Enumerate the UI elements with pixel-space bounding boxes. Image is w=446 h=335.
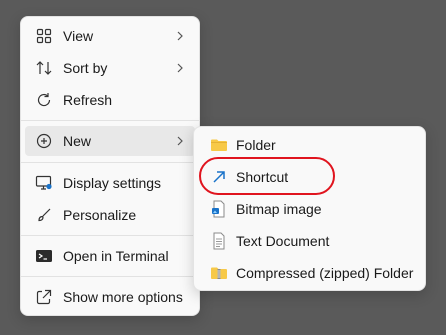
menu-separator xyxy=(21,162,199,163)
display-icon xyxy=(35,175,53,191)
menu-separator xyxy=(21,276,199,277)
plus-circle-icon xyxy=(35,133,53,149)
chevron-right-icon xyxy=(175,61,185,75)
submenu-item-shortcut[interactable]: Shortcut xyxy=(198,162,421,192)
menu-item-personalize[interactable]: Personalize xyxy=(25,200,195,230)
text-file-icon xyxy=(210,232,228,250)
submenu-item-compressed-folder[interactable]: Compressed (zipped) Folder xyxy=(198,258,421,288)
sort-icon xyxy=(35,60,53,76)
refresh-icon xyxy=(35,92,53,108)
desktop-context-menu: View Sort by Refresh New Display setting… xyxy=(20,16,200,316)
folder-icon xyxy=(210,137,228,153)
menu-item-label: Open in Terminal xyxy=(63,248,169,264)
terminal-icon xyxy=(35,248,53,264)
shortcut-arrow-icon xyxy=(210,169,228,185)
menu-item-label: Show more options xyxy=(63,289,183,305)
submenu-item-bitmap-image[interactable]: Bitmap image xyxy=(198,194,421,224)
zip-folder-icon xyxy=(210,265,228,281)
menu-separator xyxy=(21,235,199,236)
menu-item-sort-by[interactable]: Sort by xyxy=(25,53,195,83)
menu-item-label: Text Document xyxy=(236,233,330,249)
menu-item-label: Bitmap image xyxy=(236,201,322,217)
menu-item-label: Display settings xyxy=(63,175,162,191)
menu-item-label: View xyxy=(63,28,94,44)
menu-separator xyxy=(21,120,199,121)
menu-item-label: New xyxy=(63,133,92,149)
grid-icon xyxy=(35,28,53,44)
submenu-item-folder[interactable]: Folder xyxy=(198,130,421,160)
bitmap-file-icon xyxy=(210,200,228,218)
menu-item-show-more-options[interactable]: Show more options xyxy=(25,282,195,312)
menu-item-display-settings[interactable]: Display settings xyxy=(25,168,195,198)
brush-icon xyxy=(35,207,53,223)
chevron-right-icon xyxy=(175,134,185,148)
menu-item-refresh[interactable]: Refresh xyxy=(25,85,195,115)
menu-item-view[interactable]: View xyxy=(25,21,195,51)
menu-item-label: Folder xyxy=(236,137,276,153)
menu-item-new[interactable]: New xyxy=(25,126,195,156)
menu-item-label: Refresh xyxy=(63,92,113,108)
menu-item-open-in-terminal[interactable]: Open in Terminal xyxy=(25,241,195,271)
menu-item-label: Sort by xyxy=(63,60,108,76)
menu-item-label: Personalize xyxy=(63,207,137,223)
share-arrow-icon xyxy=(35,289,53,305)
menu-item-label: Shortcut xyxy=(236,169,289,185)
submenu-item-text-document[interactable]: Text Document xyxy=(198,226,421,256)
chevron-right-icon xyxy=(175,29,185,43)
new-submenu: Folder Shortcut Bitmap image Text Docume… xyxy=(193,126,426,291)
menu-item-label: Compressed (zipped) Folder xyxy=(236,265,414,281)
